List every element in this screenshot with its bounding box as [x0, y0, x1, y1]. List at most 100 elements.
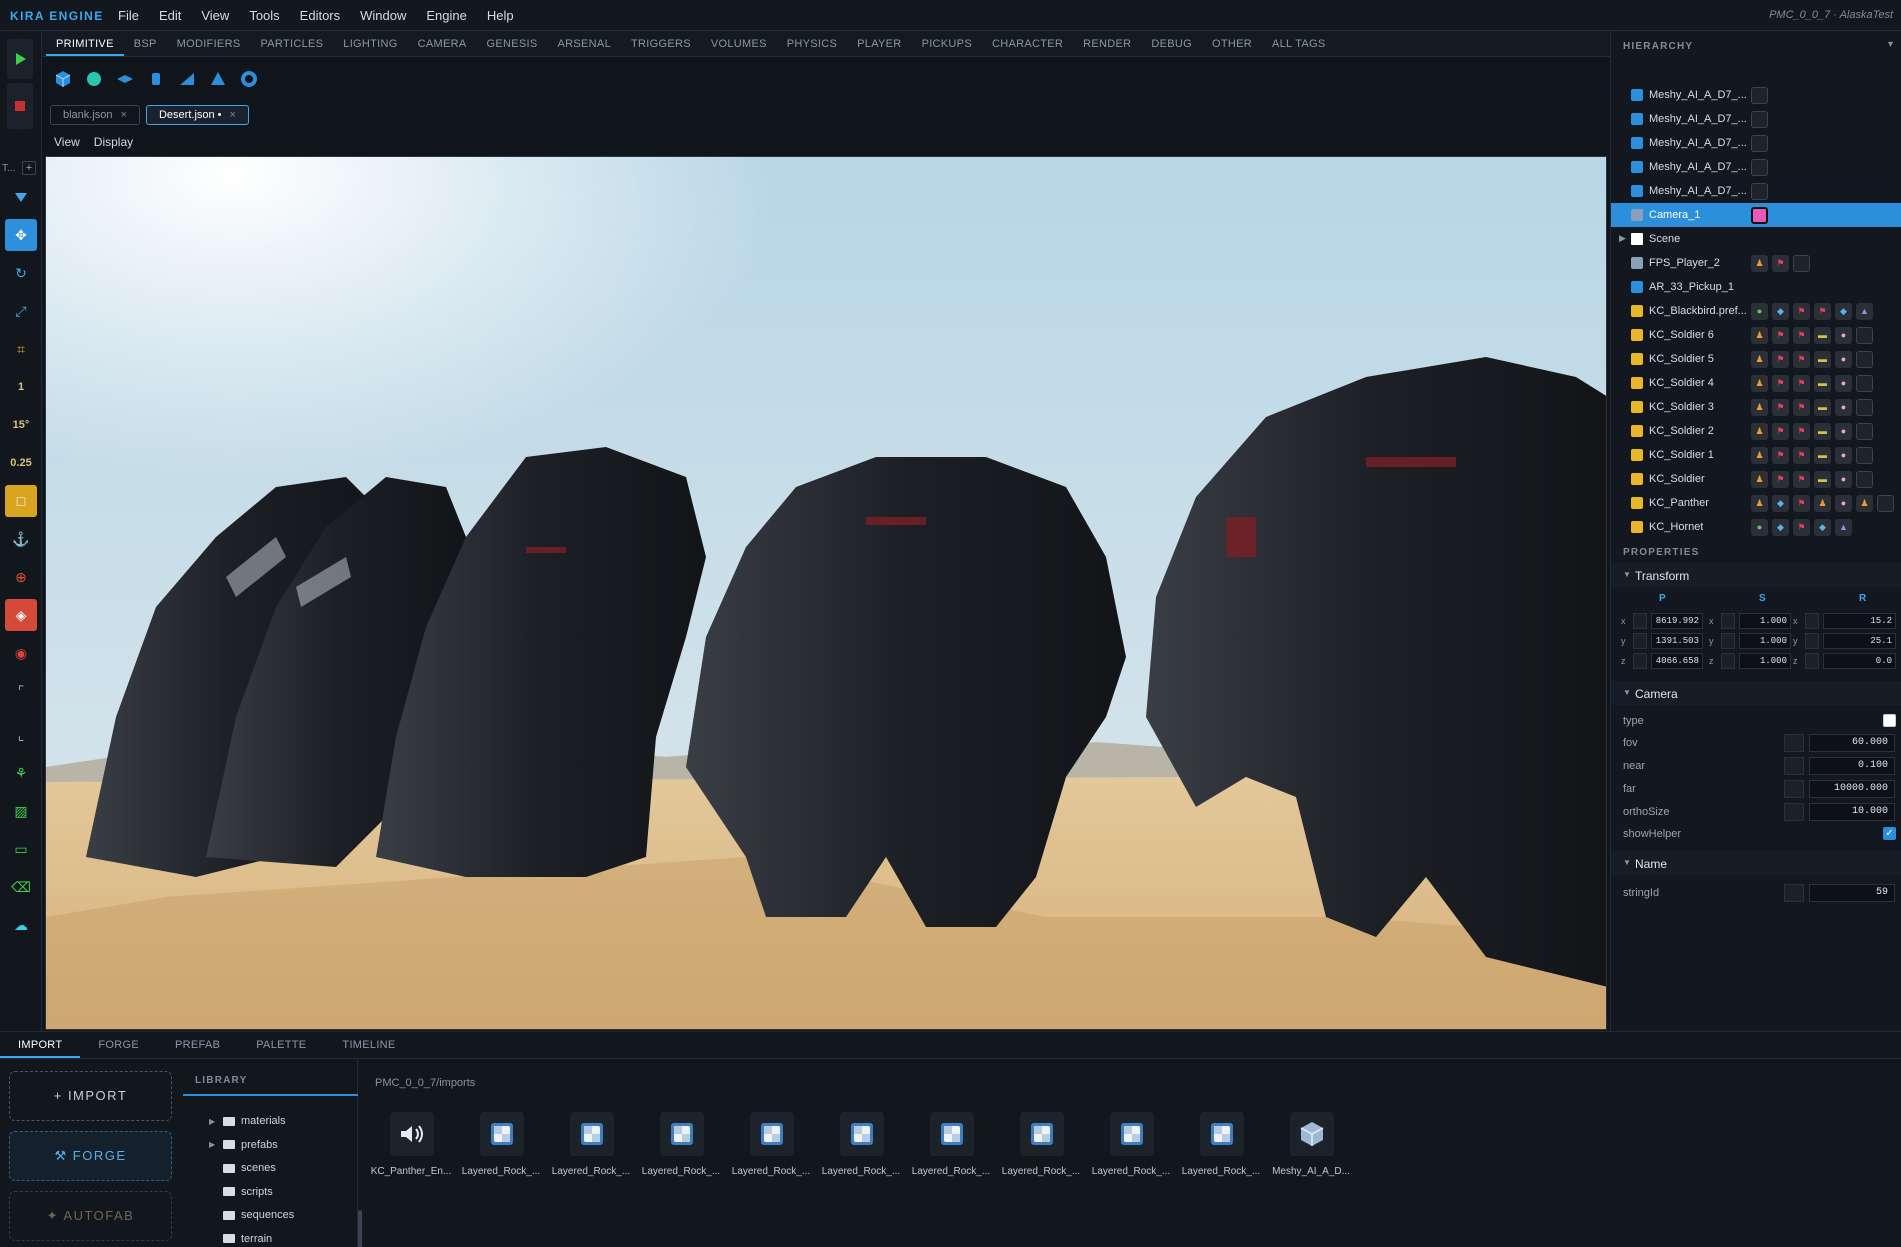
library-folder[interactable]: scripts — [209, 1183, 273, 1201]
transform-key[interactable] — [1721, 653, 1735, 669]
component-badge-icon[interactable] — [1877, 495, 1894, 512]
tab-bsp[interactable]: BSP — [124, 31, 167, 56]
position-y-input[interactable]: 1391.503 — [1651, 633, 1703, 649]
transform-key[interactable] — [1805, 633, 1819, 649]
menu-tools[interactable]: Tools — [239, 0, 289, 31]
select-tool[interactable] — [5, 181, 37, 213]
asset-item[interactable]: Layered_Rock_... — [548, 1112, 634, 1192]
snap-toggle[interactable]: □ — [5, 485, 37, 517]
component-badge-icon[interactable]: ♟ — [1814, 495, 1831, 512]
component-badge-icon[interactable]: ● — [1835, 423, 1852, 440]
tab-prefab[interactable]: PREFAB — [157, 1032, 238, 1058]
hierarchy-collapse-icon[interactable]: ▾ — [1888, 39, 1893, 50]
hierarchy-item[interactable]: KC_Blackbird.pref... ● ◆ ⚑ ⚑ ◆ ▲ — [1611, 299, 1901, 323]
component-badge-icon[interactable]: ◆ — [1772, 303, 1789, 320]
asset-item[interactable]: Layered_Rock_... — [728, 1112, 814, 1192]
near-input[interactable]: 0.100 — [1809, 757, 1895, 775]
rotate-tool[interactable]: ↻ — [5, 257, 37, 289]
tab-triggers[interactable]: TRIGGERS — [621, 31, 701, 56]
component-badge-icon[interactable] — [1751, 87, 1768, 104]
close-icon[interactable]: × — [230, 106, 236, 124]
far-key[interactable] — [1784, 780, 1804, 798]
hierarchy-item[interactable]: KC_Soldier 1 ♟ ⚑ ⚑ ▬ ● — [1611, 443, 1901, 467]
add-cone-button[interactable] — [205, 66, 231, 92]
transform-key[interactable] — [1633, 653, 1647, 669]
tab-forge[interactable]: FORGE — [80, 1032, 157, 1058]
component-badge-icon[interactable]: ● — [1835, 399, 1852, 416]
scale-snap[interactable]: 0.25 — [5, 447, 37, 479]
component-badge-icon[interactable]: ⚑ — [1772, 447, 1789, 464]
add-plane-button[interactable] — [112, 66, 138, 92]
component-badge-icon[interactable]: ● — [1835, 375, 1852, 392]
hierarchy-item[interactable]: Meshy_AI_A_D7_... — [1611, 83, 1901, 107]
menu-edit[interactable]: Edit — [149, 0, 191, 31]
hierarchy-item[interactable]: KC_Hornet ● ◆ ⚑ ◆ ▲ — [1611, 515, 1901, 539]
menu-window[interactable]: Window — [350, 0, 416, 31]
ortho-input[interactable]: 10.000 — [1809, 803, 1895, 821]
near-key[interactable] — [1784, 757, 1804, 775]
component-badge-icon[interactable]: ♟ — [1751, 447, 1768, 464]
hatch-tool[interactable]: ▨ — [5, 795, 37, 827]
tab-particles[interactable]: PARTICLES — [250, 31, 333, 56]
hierarchy-item[interactable]: KC_Soldier 6 ♟ ⚑ ⚑ ▬ ● — [1611, 323, 1901, 347]
component-badge-icon[interactable]: ⚑ — [1772, 327, 1789, 344]
component-badge-icon[interactable]: ▬ — [1814, 471, 1831, 488]
angle-snap[interactable]: 15° — [5, 409, 37, 441]
component-badge-icon[interactable]: ● — [1835, 471, 1852, 488]
asset-item[interactable]: Meshy_AI_A_D... — [1268, 1112, 1354, 1192]
toolbar-add-button[interactable]: + — [22, 161, 36, 175]
add-cylinder-button[interactable] — [143, 66, 169, 92]
component-badge-icon[interactable]: ⚑ — [1772, 399, 1789, 416]
component-badge-icon[interactable]: ⚑ — [1772, 375, 1789, 392]
menu-engine[interactable]: Engine — [416, 0, 476, 31]
component-badge-icon[interactable]: ⚑ — [1814, 303, 1831, 320]
asset-item[interactable]: Layered_Rock_... — [818, 1112, 904, 1192]
hierarchy-item[interactable]: KC_Soldier ♟ ⚑ ⚑ ▬ ● — [1611, 467, 1901, 491]
tab-character[interactable]: CHARACTER — [982, 31, 1073, 56]
component-badge-icon[interactable] — [1856, 447, 1873, 464]
rect-tool[interactable]: ⌗ — [5, 333, 37, 365]
library-scrollbar[interactable] — [358, 1210, 362, 1247]
rotation-y-input[interactable]: 25.1 — [1823, 633, 1896, 649]
component-badge-icon[interactable] — [1856, 423, 1873, 440]
component-badge-icon[interactable] — [1856, 327, 1873, 344]
corner-bottom-tool[interactable]: ⌞ — [5, 719, 37, 751]
library-folder[interactable]: ▶ prefabs — [209, 1136, 278, 1154]
scale-tool[interactable]: ⤢ — [5, 295, 37, 327]
component-badge-icon[interactable]: ⚑ — [1793, 351, 1810, 368]
name-section[interactable]: ▼ Name — [1611, 851, 1901, 875]
component-badge-icon[interactable]: ⚑ — [1772, 471, 1789, 488]
tab-other[interactable]: OTHER — [1202, 31, 1262, 56]
component-badge-icon[interactable]: ♟ — [1751, 471, 1768, 488]
tab-primitive[interactable]: PRIMITIVE — [46, 31, 124, 56]
component-badge-icon[interactable]: ♟ — [1751, 351, 1768, 368]
asset-item[interactable]: KC_Panther_En... — [368, 1112, 454, 1192]
show-helper-checkbox[interactable]: ✓ — [1883, 827, 1896, 840]
viewport-display-menu[interactable]: Display — [94, 135, 133, 149]
menu-file[interactable]: File — [108, 0, 149, 31]
close-icon[interactable]: × — [121, 106, 127, 124]
corner-tool[interactable]: ⌜ — [5, 675, 37, 707]
file-tab-blank[interactable]: blank.json × — [50, 105, 140, 125]
component-badge-icon[interactable]: ⚑ — [1793, 399, 1810, 416]
component-badge-icon[interactable]: ⚑ — [1793, 303, 1810, 320]
target-tool[interactable]: ⊕ — [5, 561, 37, 593]
autofab-button[interactable]: ✦ AUTOFAB — [9, 1191, 172, 1241]
tab-arsenal[interactable]: ARSENAL — [548, 31, 621, 56]
tab-all-tags[interactable]: ALL TAGS — [1262, 31, 1336, 56]
hierarchy-item[interactable]: Meshy_AI_A_D7_... — [1611, 155, 1901, 179]
add-cube-button[interactable] — [50, 66, 76, 92]
library-folder[interactable]: ▶ materials — [209, 1112, 286, 1130]
component-badge-icon[interactable]: ◆ — [1835, 303, 1852, 320]
tab-debug[interactable]: DEBUG — [1141, 31, 1202, 56]
expand-arrow-icon[interactable]: ▶ — [1619, 233, 1626, 244]
tab-pickups[interactable]: PICKUPS — [912, 31, 982, 56]
hierarchy-item[interactable]: FPS_Player_2 ♟ ⚑ — [1611, 251, 1901, 275]
import-button[interactable]: + IMPORT — [9, 1071, 172, 1121]
ortho-key[interactable] — [1784, 803, 1804, 821]
component-badge-icon[interactable] — [1793, 255, 1810, 272]
viewport-view-menu[interactable]: View — [54, 135, 80, 149]
type-checkbox[interactable] — [1883, 714, 1896, 727]
asset-item[interactable]: Layered_Rock_... — [1178, 1112, 1264, 1192]
move-tool[interactable]: ✥ — [5, 219, 37, 251]
